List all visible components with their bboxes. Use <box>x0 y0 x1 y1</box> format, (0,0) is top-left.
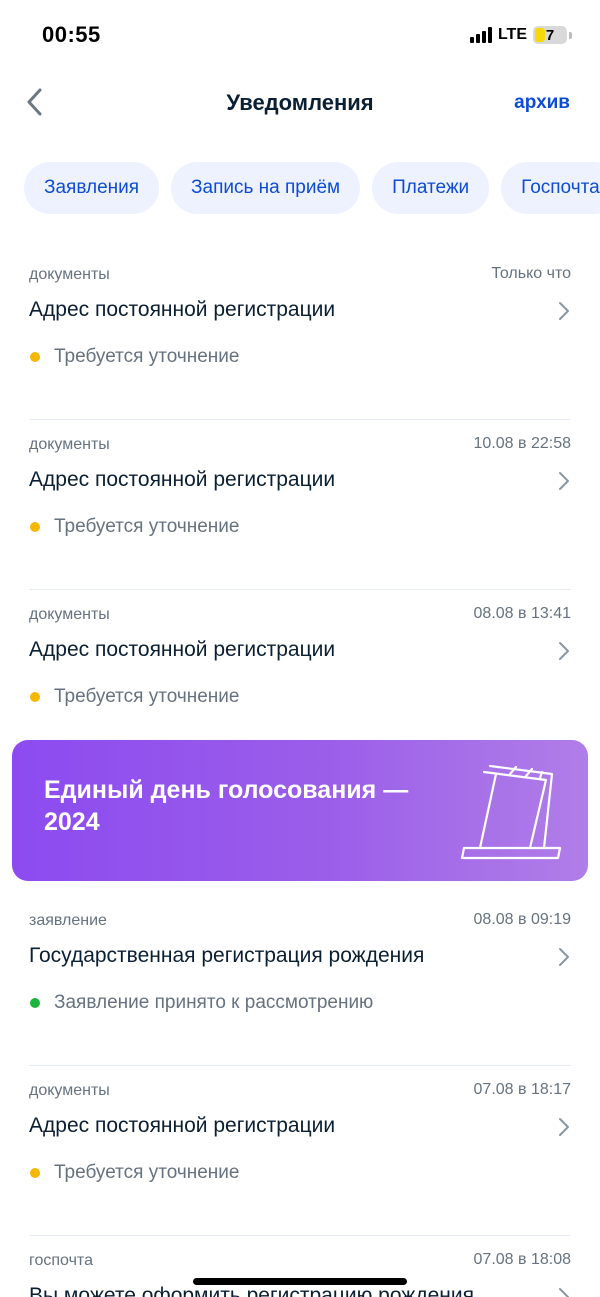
item-title: Вы можете оформить регистрацию рождения <box>29 1284 474 1297</box>
item-status-text: Заявление принято к рассмотрению <box>54 992 374 1013</box>
list-item[interactable]: документы 08.08 в 13:41 Адрес постоянной… <box>29 590 571 760</box>
status-dot-icon <box>30 352 40 362</box>
nav-bar: Уведомления архив <box>0 72 600 132</box>
status-dot-icon <box>30 998 40 1008</box>
item-status-text: Требуется уточнение <box>54 346 240 367</box>
list-item[interactable]: заявление 08.08 в 09:19 Государственная … <box>29 896 571 1066</box>
notifications-screen: 00:55 LTE 7 Уведомления архив Заявления … <box>0 0 600 1297</box>
page-title: Уведомления <box>226 90 374 115</box>
chevron-right-icon <box>559 472 569 490</box>
chip-gospochta[interactable]: Госпочта <box>501 162 600 214</box>
status-dot-icon <box>30 1168 40 1178</box>
chevron-right-icon <box>559 948 569 966</box>
item-title: Адрес постоянной регистрации <box>29 638 336 661</box>
item-time: 07.08 в 18:17 <box>473 1081 571 1098</box>
ballot-box-icon <box>460 764 562 860</box>
battery-icon: 7 <box>533 26 567 44</box>
item-status-text: Требуется уточнение <box>54 1162 240 1183</box>
item-title: Адрес постоянной регистрации <box>29 468 336 491</box>
item-time: 08.08 в 13:41 <box>473 605 571 622</box>
item-status: Требуется уточнение <box>29 346 239 368</box>
item-status: Требуется уточнение <box>29 516 239 538</box>
status-time: 00:55 <box>42 22 101 47</box>
list-item[interactable]: документы 10.08 в 22:58 Адрес постоянной… <box>29 420 571 590</box>
chip-applications[interactable]: Заявления <box>24 162 160 214</box>
chevron-right-icon <box>559 1288 569 1297</box>
item-status: Требуется уточнение <box>29 686 239 708</box>
item-status-text: Требуется уточнение <box>54 686 240 707</box>
chip-appointment[interactable]: Запись на приём <box>171 162 361 214</box>
battery-cap <box>569 31 572 39</box>
list-item[interactable]: госпочта 07.08 в 18:08 Вы можете оформит… <box>29 1236 571 1297</box>
status-indicators: LTE 7 <box>469 26 572 44</box>
network-type: LTE <box>497 26 527 43</box>
archive-link[interactable]: архив <box>514 92 570 114</box>
voting-banner[interactable]: Единый день голосования — 2024 <box>12 740 588 881</box>
item-status: Заявление принято к рассмотрению <box>29 992 373 1014</box>
signal-icon <box>469 27 492 43</box>
item-time: 08.08 в 09:19 <box>473 911 571 928</box>
chevron-right-icon <box>559 642 569 660</box>
home-indicator <box>193 1278 407 1285</box>
list-item[interactable]: документы Только что Адрес постоянной ре… <box>29 250 571 420</box>
item-title: Адрес постоянной регистрации <box>29 1114 336 1137</box>
notification-list: документы Только что Адрес постоянной ре… <box>0 250 600 760</box>
chevron-right-icon <box>559 302 569 320</box>
item-time: 10.08 в 22:58 <box>473 435 571 452</box>
item-time: 07.08 в 18:08 <box>473 1251 571 1268</box>
item-time: Только что <box>491 265 571 282</box>
item-category: документы <box>29 1082 110 1099</box>
banner-title: Единый день голосования — 2024 <box>44 776 409 836</box>
status-bar: 00:55 LTE 7 <box>0 0 600 72</box>
item-category: госпочта <box>29 1252 93 1269</box>
item-category: заявление <box>29 912 107 929</box>
status-dot-icon <box>30 692 40 702</box>
battery-level: 7 <box>545 26 555 44</box>
item-category: документы <box>29 606 110 623</box>
chevron-right-icon <box>559 1118 569 1136</box>
item-category: документы <box>29 436 110 453</box>
status-dot-icon <box>30 522 40 532</box>
item-title: Адрес постоянной регистрации <box>29 298 336 321</box>
list-item[interactable]: документы 07.08 в 18:17 Адрес постоянной… <box>29 1066 571 1236</box>
item-status-text: Требуется уточнение <box>54 516 240 537</box>
notification-list-continued: заявление 08.08 в 09:19 Государственная … <box>0 896 600 1297</box>
item-title: Государственная регистрация рождения <box>29 944 425 967</box>
chip-payments[interactable]: Платежи <box>372 162 490 214</box>
item-status: Требуется уточнение <box>29 1162 239 1184</box>
filter-chips: Заявления Запись на приём Платежи Госпоч… <box>24 162 600 214</box>
item-category: документы <box>29 266 110 283</box>
